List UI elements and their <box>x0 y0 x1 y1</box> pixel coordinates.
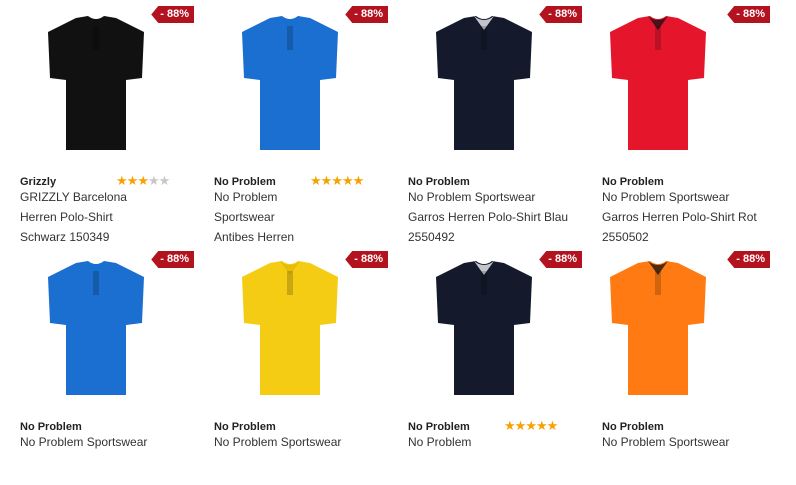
discount-badge: - 88% <box>727 6 770 23</box>
product-image[interactable] <box>434 259 534 399</box>
discount-badge: - 88% <box>539 251 582 268</box>
shirt-placket <box>655 271 661 295</box>
shirt-placket <box>93 26 99 50</box>
product-card[interactable]: - 88% No Problem No Problem Sportswear <box>582 245 770 485</box>
shirt-placket <box>93 271 99 295</box>
star-icon: ★ <box>504 418 516 433</box>
star-icon: ★ <box>341 173 354 188</box>
product-brand: No Problem <box>20 421 82 433</box>
rating-stars: ★★★★★ <box>504 418 559 433</box>
product-brand: Grizzly <box>20 176 57 188</box>
product-card[interactable]: - 88% Grizzly ★★★★★ GRIZZLY Barcelona Herren… <box>0 0 194 244</box>
star-icon: ★ <box>137 173 149 188</box>
product-title-line[interactable]: GRIZZLY Barcelona <box>20 190 127 204</box>
shirt-placket <box>481 26 487 50</box>
product-title-line[interactable]: Schwarz 150349 <box>20 230 109 244</box>
product-card[interactable]: - 88% No Problem No Problem Sportswear Garr… <box>388 0 582 244</box>
star-icon: ★ <box>331 173 343 188</box>
product-image[interactable] <box>608 259 708 399</box>
product-card[interactable]: - 88% No Problem ★★★★★ No Problem Sportswear… <box>194 0 388 244</box>
product-card[interactable]: - 88% No Problem No Problem Sportswear Garr… <box>582 0 770 244</box>
product-title-line[interactable]: Antibes Herren <box>214 230 294 244</box>
product-image[interactable] <box>608 14 708 154</box>
rating-stars: ★★★★★ <box>310 173 365 188</box>
star-icon: ★ <box>147 173 160 188</box>
product-title-line[interactable]: No Problem Sportswear <box>602 190 729 204</box>
product-image[interactable] <box>46 259 146 399</box>
discount-badge: - 88% <box>345 251 388 268</box>
product-title-line[interactable]: No Problem <box>214 190 277 204</box>
discount-badge: - 88% <box>539 6 582 23</box>
discount-badge: - 88% <box>727 251 770 268</box>
star-icon: ★ <box>116 173 128 188</box>
product-title-line[interactable]: No Problem Sportswear <box>602 435 729 449</box>
product-title-line[interactable]: 2550492 <box>408 230 455 244</box>
product-title-line[interactable]: 2550502 <box>602 230 649 244</box>
product-title-line[interactable]: No Problem Sportswear <box>408 190 535 204</box>
product-card[interactable]: - 88% No Problem ★★★★★ No Problem <box>388 245 582 485</box>
star-icon: ★ <box>310 173 322 188</box>
product-brand: No Problem <box>408 176 470 188</box>
product-title-line[interactable]: No Problem Sportswear <box>214 435 341 449</box>
star-icon: ★ <box>546 418 559 433</box>
star-icon: ★ <box>525 418 537 433</box>
product-image[interactable] <box>46 14 146 154</box>
product-image[interactable] <box>434 14 534 154</box>
star-icon: ★ <box>158 173 171 188</box>
product-image[interactable] <box>240 14 340 154</box>
star-icon: ★ <box>126 173 139 188</box>
discount-badge: - 88% <box>345 6 388 23</box>
star-icon: ★ <box>320 173 333 188</box>
shirt-placket <box>655 26 661 50</box>
product-brand: No Problem <box>214 421 276 433</box>
product-brand: No Problem <box>214 176 276 188</box>
discount-badge: - 88% <box>151 6 194 23</box>
product-card[interactable]: - 88% No Problem No Problem Sportswear <box>194 245 388 485</box>
product-grid: - 88% Grizzly ★★★★★ GRIZZLY Barcelona Herren… <box>0 0 796 449</box>
star-icon: ★ <box>535 418 548 433</box>
shirt-placket <box>287 271 293 295</box>
rating-stars: ★★★★★ <box>116 173 171 188</box>
shirt-placket <box>481 271 487 295</box>
product-title-line[interactable]: No Problem Sportswear <box>20 435 147 449</box>
product-brand: No Problem <box>602 176 664 188</box>
product-card[interactable]: - 88% No Problem No Problem Sportswear <box>0 245 194 485</box>
shirt-placket <box>287 26 293 50</box>
product-brand: No Problem <box>602 421 664 433</box>
product-title-line[interactable]: Garros Herren Polo-Shirt Rot <box>602 210 757 224</box>
star-icon: ★ <box>514 418 527 433</box>
discount-badge: - 88% <box>151 251 194 268</box>
star-icon: ★ <box>352 173 365 188</box>
product-brand: No Problem <box>408 421 470 433</box>
product-title-line[interactable]: Herren Polo-Shirt <box>20 210 113 224</box>
product-image[interactable] <box>240 259 340 399</box>
product-title-line[interactable]: Garros Herren Polo-Shirt Blau <box>408 210 568 224</box>
product-title-line[interactable]: No Problem <box>408 435 471 449</box>
product-title-line[interactable]: Sportswear <box>214 210 275 224</box>
